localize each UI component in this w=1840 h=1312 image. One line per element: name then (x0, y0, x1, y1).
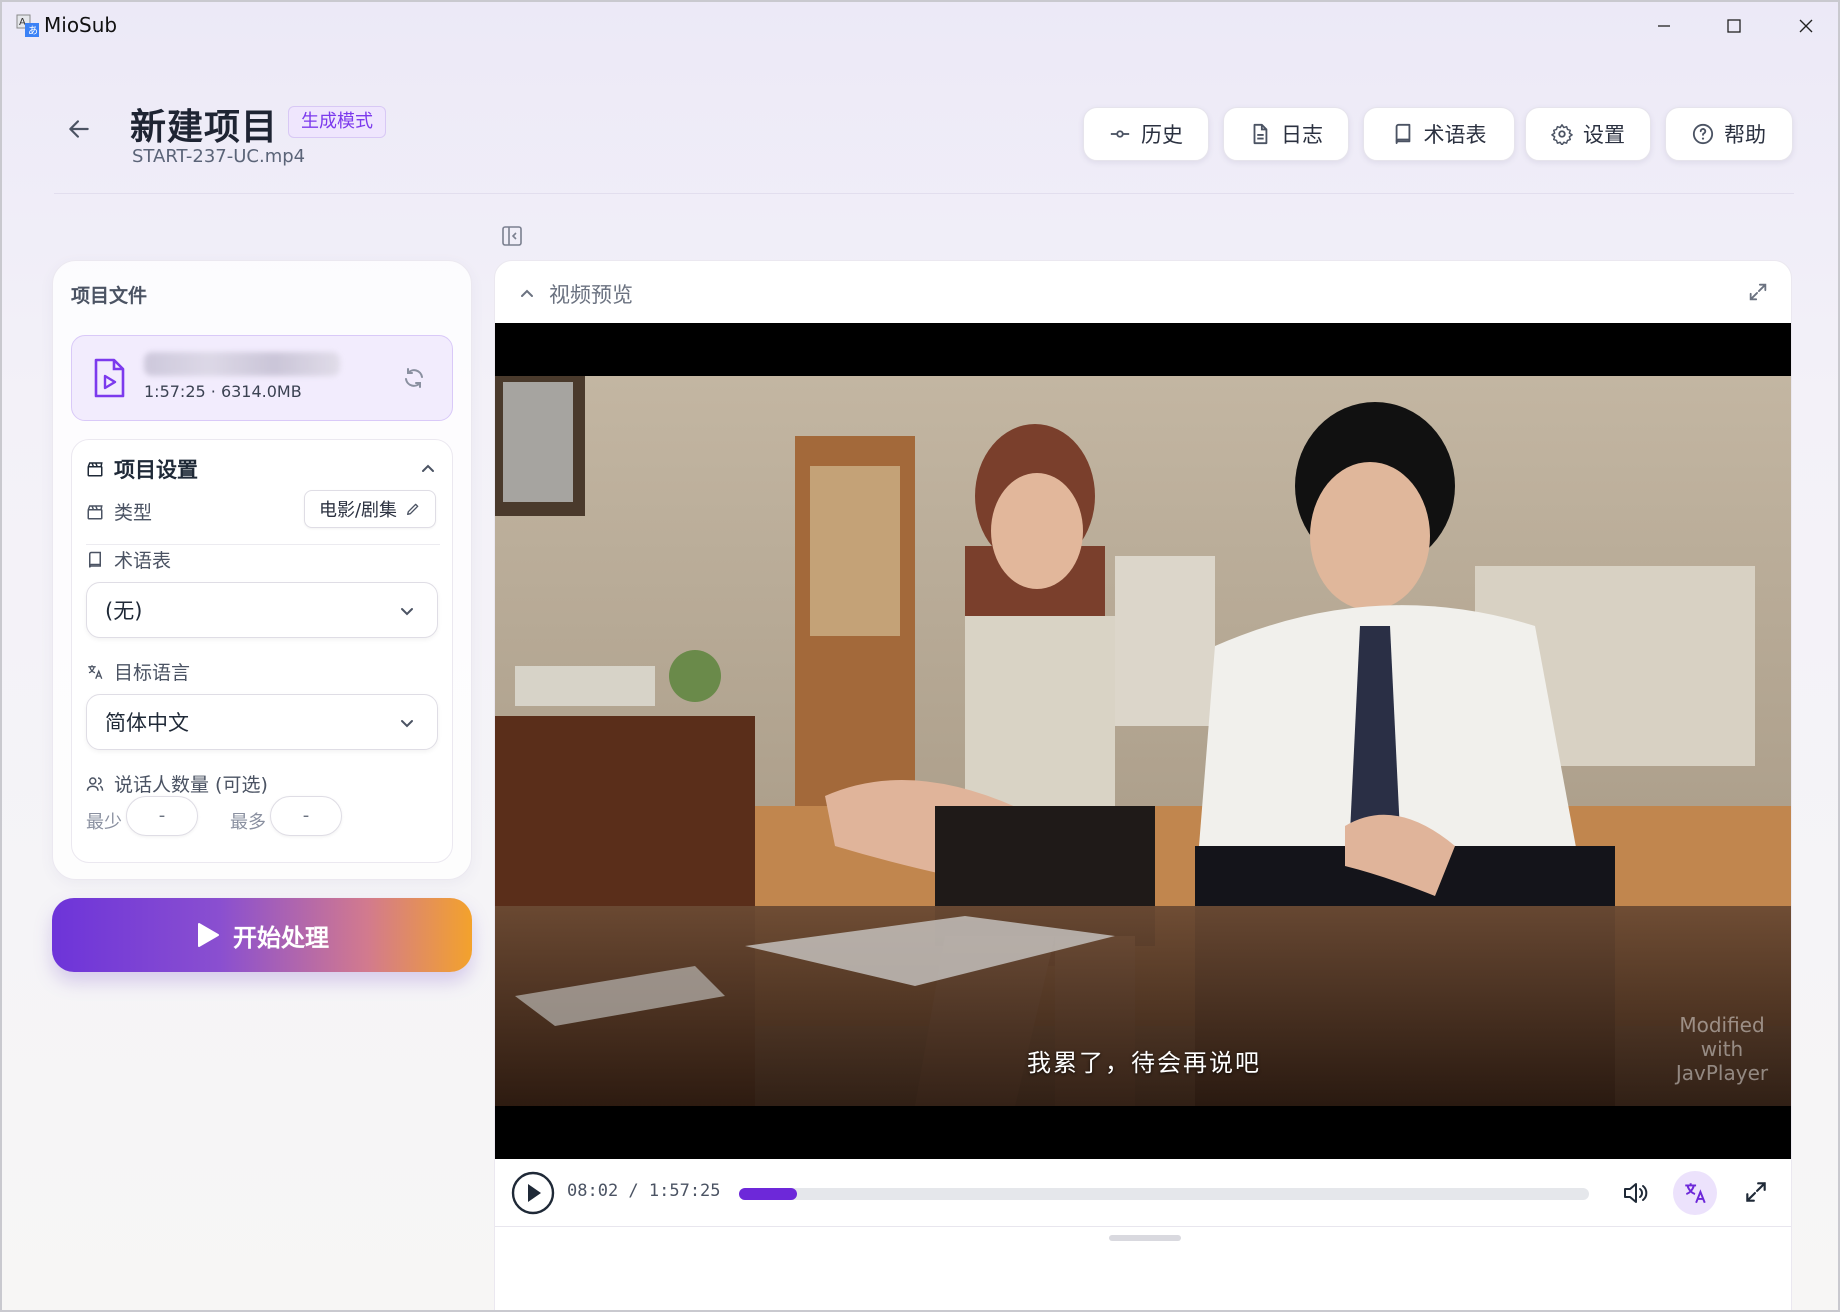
history-button[interactable]: 历史 (1083, 107, 1209, 161)
min-speakers-input[interactable]: - (126, 796, 198, 836)
help-button[interactable]: 帮助 (1665, 107, 1793, 161)
file-meta: 1:57:25 · 6314.0MB (144, 382, 302, 401)
page-header: 新建项目 生成模式 START-237-UC.mp4 历史 日志 术语表 设置 … (54, 50, 1794, 194)
progress-bar[interactable] (739, 1188, 1589, 1200)
chevron-up-icon (521, 289, 533, 297)
book-icon (1395, 123, 1410, 145)
document-icon (1253, 123, 1268, 145)
type-label: 类型 (86, 498, 152, 525)
history-label: 历史 (1141, 123, 1183, 147)
help-label: 帮助 (1724, 123, 1766, 147)
glossary-select[interactable]: (无) (86, 582, 438, 638)
play-button[interactable] (511, 1171, 555, 1215)
glossary-label: 术语表 (1423, 123, 1487, 147)
gear-icon (1551, 124, 1573, 145)
watermark-line: Modified (1679, 1013, 1765, 1037)
arrow-left-icon (69, 120, 89, 138)
sidebar-collapse-icon[interactable] (500, 224, 524, 248)
project-filename: START-237-UC.mp4 (132, 146, 306, 167)
file-name-blurred (144, 352, 340, 376)
log-label: 日志 (1281, 123, 1323, 147)
svg-text:あ: あ (28, 25, 38, 37)
settings-button[interactable]: 设置 (1525, 107, 1651, 161)
book-icon (89, 551, 101, 568)
close-button[interactable] (1778, 2, 1834, 50)
history-icon (1110, 130, 1130, 138)
max-speakers-label: 最多 (230, 812, 266, 833)
video-frame (495, 376, 1791, 1106)
maximize-icon (1727, 19, 1741, 33)
translate-icon (88, 664, 103, 679)
type-label-text: 类型 (114, 502, 153, 524)
video-player[interactable]: 我累了，待会再说吧 Modified with JavPlayer (495, 323, 1791, 1159)
video-subtitle: 我累了，待会再说吧 (1027, 1049, 1261, 1077)
target-language-label: 目标语言 (86, 658, 190, 685)
title-bar: Aあ MioSub (2, 2, 1838, 50)
file-card[interactable]: 1:57:25 · 6314.0MB (71, 335, 453, 421)
close-icon (1799, 19, 1813, 33)
window-title: MioSub (44, 13, 118, 37)
volume-icon[interactable] (1621, 1179, 1649, 1207)
project-sidebar: 项目文件 1:57:25 · 6314.0MB 项目设置 类型 电影/剧集 术语… (52, 260, 472, 880)
help-icon (1692, 123, 1714, 145)
watermark-line: with (1700, 1037, 1744, 1061)
chevron-up-icon[interactable] (418, 458, 438, 478)
pencil-icon (407, 503, 419, 515)
expand-icon[interactable] (1747, 281, 1769, 303)
project-files-title: 项目文件 (71, 285, 148, 307)
divider (86, 544, 440, 545)
svg-text:A: A (19, 17, 26, 28)
video-preview-header[interactable]: 视频预览 (495, 261, 1791, 323)
target-language-select[interactable]: 简体中文 (86, 694, 438, 750)
minimize-button[interactable] (1636, 2, 1692, 50)
translate-icon (1685, 1183, 1706, 1204)
project-settings-panel: 项目设置 类型 电影/剧集 术语表 (无) 目标语言 简体中文 说话人数量 (可… (71, 439, 453, 863)
mode-badge: 生成模式 (288, 106, 386, 138)
type-select-button[interactable]: 电影/剧集 (304, 490, 436, 528)
video-preview-title: 视频预览 (549, 283, 633, 307)
playback-time: 08:02 / 1:57:25 (567, 1181, 721, 1201)
start-processing-label: 开始处理 (233, 923, 329, 952)
type-value: 电影/剧集 (318, 500, 398, 521)
chevron-down-icon (401, 608, 413, 616)
target-language-value: 简体中文 (105, 711, 189, 735)
settings-label: 设置 (1583, 123, 1625, 147)
app-logo-icon: Aあ (16, 14, 39, 37)
start-processing-button[interactable]: 开始处理 (52, 898, 472, 972)
subtitle-translate-button[interactable] (1673, 1171, 1717, 1215)
chevron-down-icon (401, 720, 413, 728)
glossary-field-text: 术语表 (114, 550, 172, 572)
speakers-label: 说话人数量 (可选) (86, 770, 268, 797)
clapperboard-icon (87, 504, 103, 519)
glossary-button[interactable]: 术语表 (1363, 107, 1515, 161)
max-speakers-input[interactable]: - (270, 796, 342, 836)
watermark: Modified with JavPlayer (1667, 1013, 1777, 1085)
project-settings-title: 项目设置 (114, 458, 198, 482)
clapperboard-icon (87, 462, 103, 477)
video-preview-panel: 视频预览 我累了，待会再说吧 Modified with JavPlayer 0… (494, 260, 1792, 1310)
glossary-field-label: 术语表 (86, 546, 171, 573)
speakers-label-text: 说话人数量 (可选) (114, 774, 268, 796)
glossary-select-value: (无) (105, 599, 143, 623)
project-settings-header[interactable]: 项目设置 (86, 452, 198, 486)
video-file-icon (94, 358, 125, 398)
minimize-icon (1658, 25, 1670, 27)
play-icon (198, 923, 219, 947)
back-button[interactable] (62, 112, 96, 146)
refresh-icon[interactable] (402, 366, 426, 390)
page-title: 新建项目 (130, 107, 279, 148)
fullscreen-icon[interactable] (1743, 1179, 1769, 1205)
video-scene-illustration (495, 376, 1791, 1106)
player-controls: 08:02 / 1:57:25 (495, 1159, 1791, 1227)
min-speakers-label: 最少 (86, 812, 122, 833)
users-icon (86, 776, 104, 791)
progress-fill (739, 1188, 797, 1200)
log-button[interactable]: 日志 (1223, 107, 1349, 161)
maximize-button[interactable] (1706, 2, 1762, 50)
target-language-text: 目标语言 (114, 662, 191, 684)
app-window: Aあ MioSub 新建项目 生成模式 START-237-UC.mp4 历史 … (0, 0, 1840, 1312)
watermark-line: JavPlayer (1675, 1061, 1769, 1085)
resize-handle[interactable] (1109, 1235, 1181, 1241)
